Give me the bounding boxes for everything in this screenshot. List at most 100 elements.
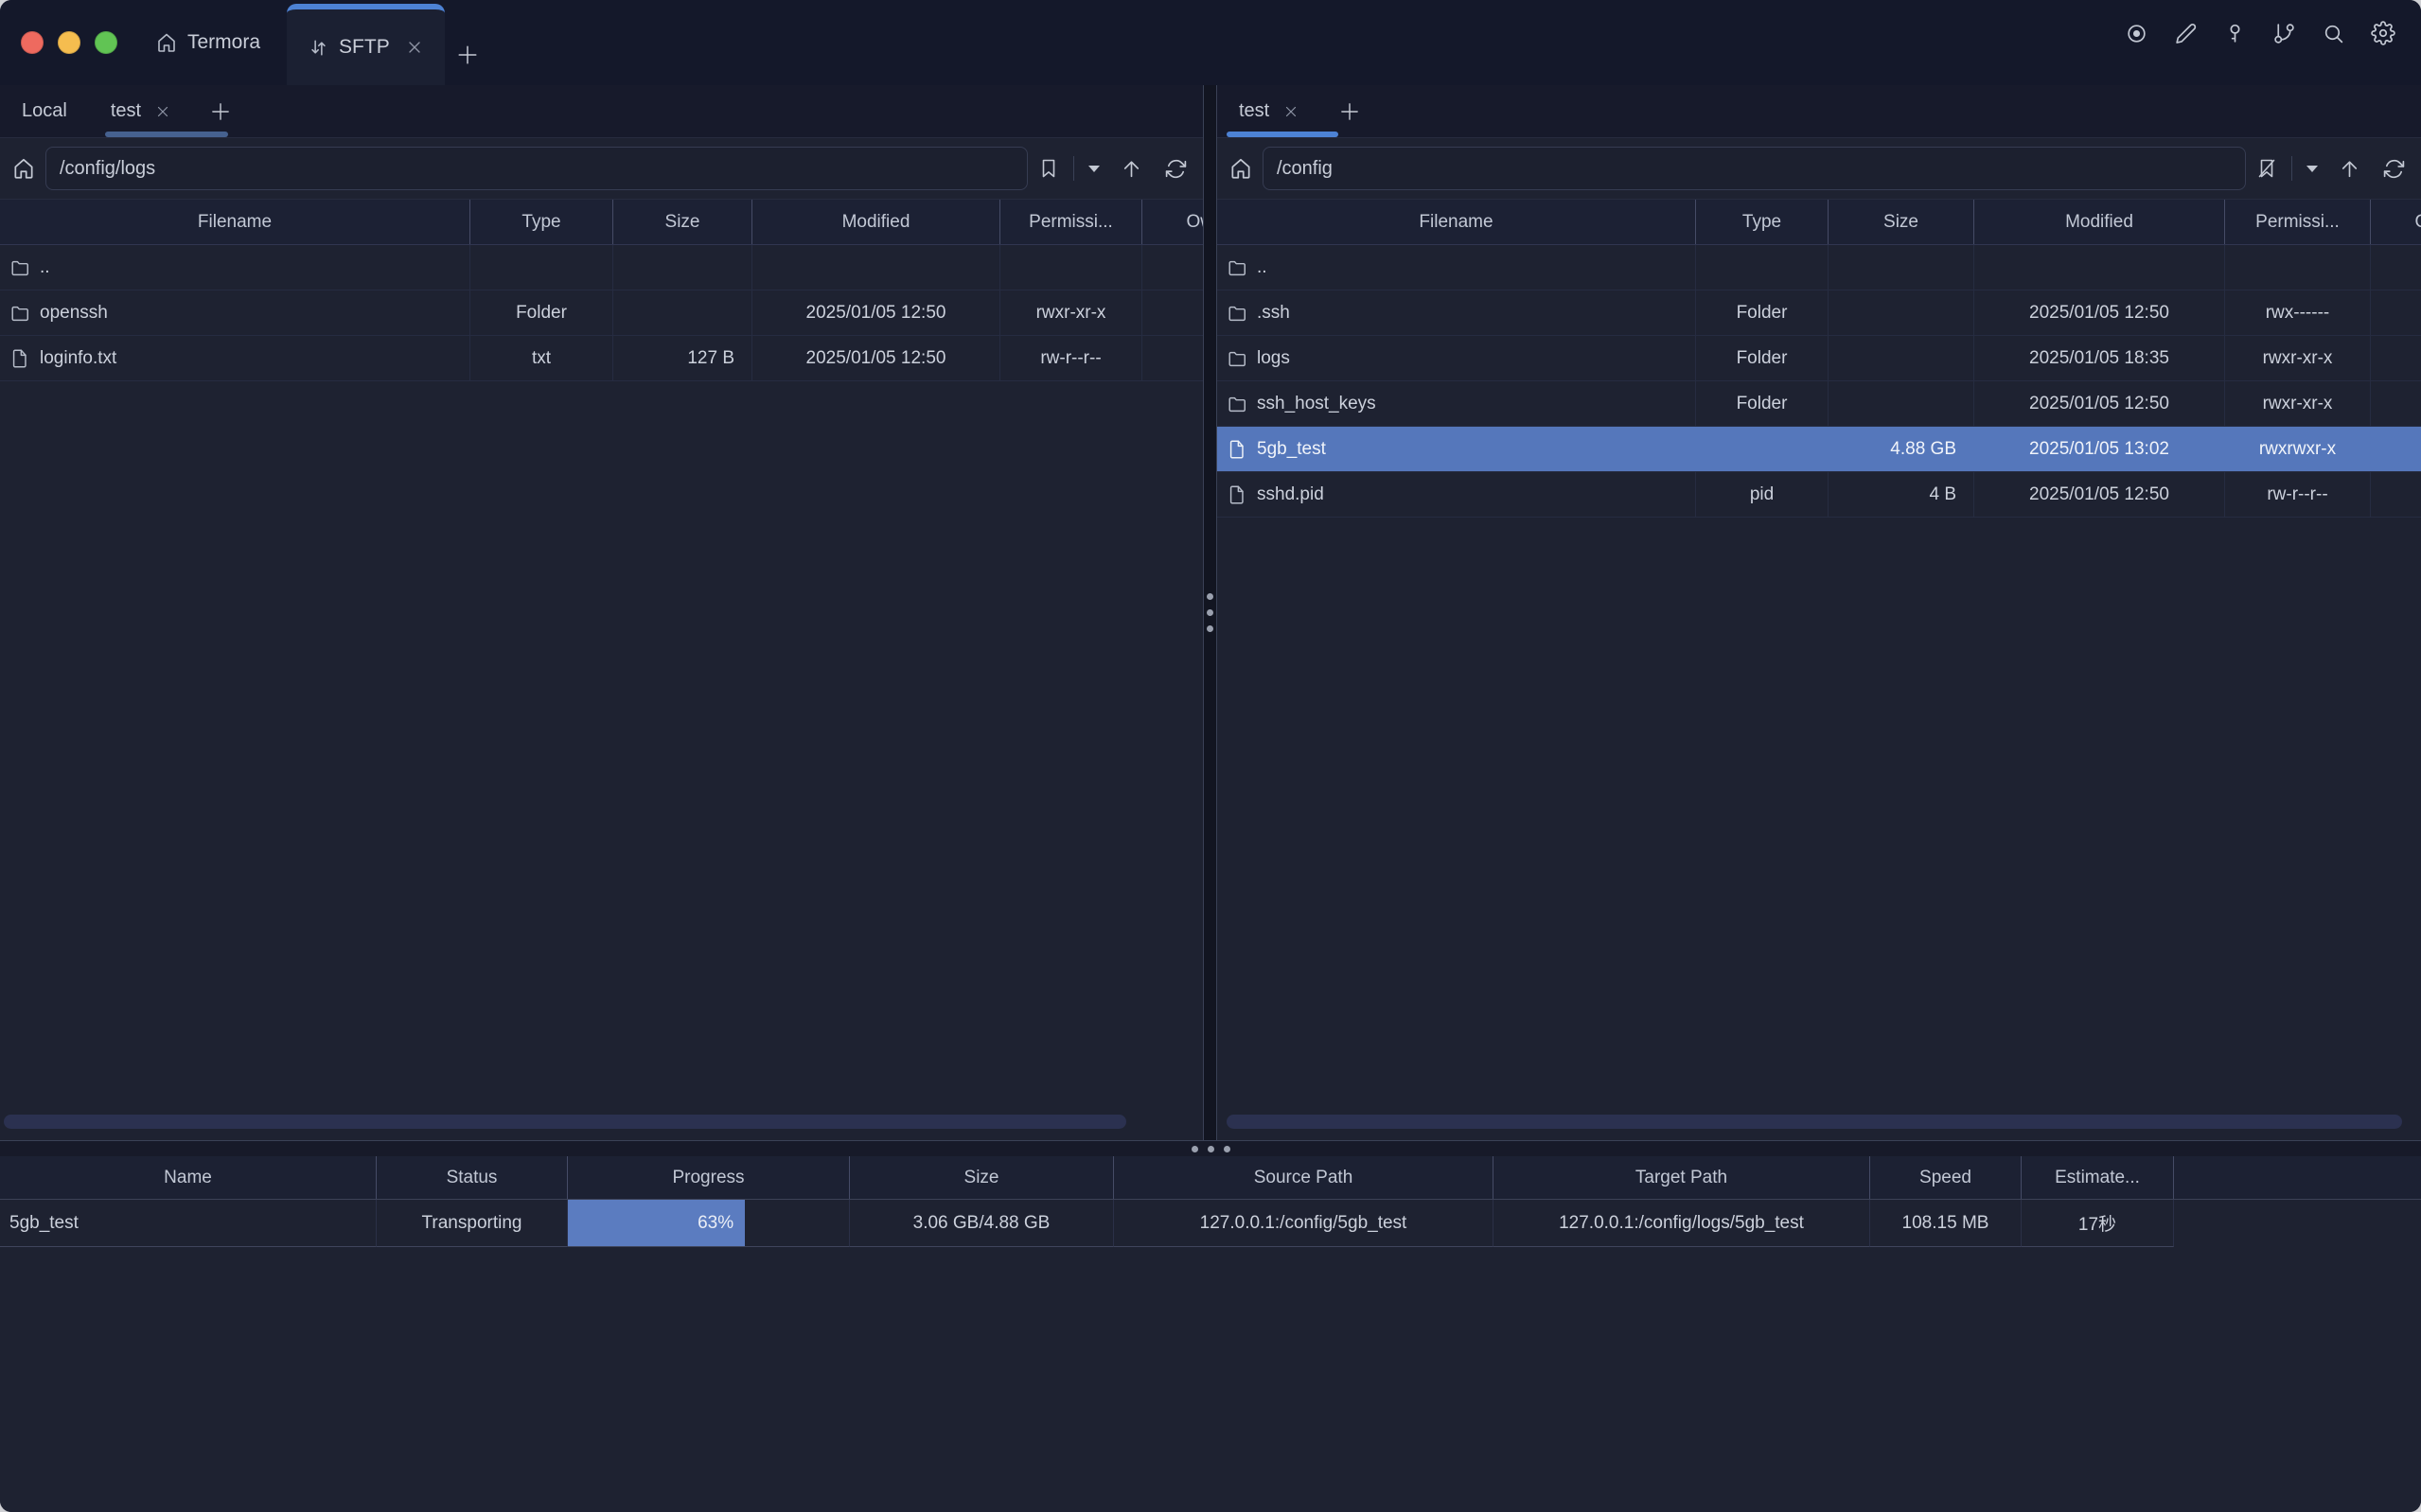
column-header-modified[interactable]: Modified: [1974, 200, 2225, 244]
column-header-filename[interactable]: Filename: [0, 200, 470, 244]
close-window-button[interactable]: [21, 31, 44, 54]
transfer-target-path: 127.0.0.1:/config/logs/5gb_test: [1493, 1200, 1870, 1247]
column-header-owner[interactable]: Owner: [1142, 200, 1203, 244]
column-header-type[interactable]: Type: [1696, 200, 1829, 244]
zoom-window-button[interactable]: [95, 31, 117, 54]
table-row-parent-dir[interactable]: ..: [0, 245, 1203, 290]
file-modified: 2025/01/05 18:35: [1974, 336, 2225, 380]
column-header-permissions[interactable]: Permissi...: [1000, 200, 1142, 244]
column-header-modified[interactable]: Modified: [752, 200, 1000, 244]
column-header-size[interactable]: Size: [850, 1156, 1114, 1199]
row-filler: [2174, 1200, 2421, 1247]
chevron-down-icon[interactable]: [2306, 165, 2319, 173]
left-file-pane: Local test: [0, 85, 1203, 1140]
column-header-speed[interactable]: Speed: [1870, 1156, 2022, 1199]
minimize-window-button[interactable]: [58, 31, 80, 54]
column-header-name[interactable]: Name: [0, 1156, 377, 1199]
filename: loginfo.txt: [40, 348, 116, 369]
bookmark-icon[interactable]: [1037, 157, 1060, 180]
file-owner: [1142, 336, 1203, 380]
close-tab-icon[interactable]: [405, 38, 424, 57]
record-icon[interactable]: [2125, 22, 2148, 45]
tab-test-right[interactable]: test: [1239, 100, 1299, 122]
table-row-selected[interactable]: 5gb_test 4.88 GB 2025/01/05 13:02 rwxrwx…: [1217, 427, 2421, 472]
chevron-down-icon[interactable]: [1087, 165, 1101, 173]
new-tab-button[interactable]: [454, 42, 481, 68]
tab-test-left[interactable]: test: [111, 100, 171, 122]
column-header-estimate[interactable]: Estimate...: [2022, 1156, 2174, 1199]
file-modified: 2025/01/05 12:50: [752, 336, 1000, 380]
file-owner: [2371, 336, 2421, 380]
file-size: [1829, 336, 1974, 380]
file-type: Folder: [470, 290, 613, 335]
file-owner: [1142, 290, 1203, 335]
filename: logs: [1257, 348, 1290, 369]
column-header-size[interactable]: Size: [613, 200, 752, 244]
table-row[interactable]: .ssh Folder 2025/01/05 12:50 rwx------: [1217, 290, 2421, 336]
tab-local[interactable]: Local: [22, 100, 67, 122]
transfer-arrows-icon: [308, 37, 329, 59]
tab-sftp[interactable]: SFTP: [287, 4, 445, 85]
splitter-handle-dots: [1192, 1146, 1230, 1152]
search-icon[interactable]: [2322, 22, 2345, 45]
refresh-icon[interactable]: [2382, 157, 2406, 181]
horizontal-scrollbar[interactable]: [1227, 1115, 2402, 1129]
tab-test-label: test: [1239, 100, 1269, 122]
column-header-source-path[interactable]: Source Path: [1114, 1156, 1493, 1199]
table-row-parent-dir[interactable]: ..: [1217, 245, 2421, 290]
file-permissions: rwxrwxr-x: [2225, 427, 2371, 471]
transfer-status: Transporting: [377, 1200, 568, 1247]
table-row[interactable]: openssh Folder 2025/01/05 12:50 rwxr-xr-…: [0, 290, 1203, 336]
transfer-panel-splitter[interactable]: [0, 1140, 2421, 1156]
bookmark-slash-icon[interactable]: [2255, 157, 2278, 180]
table-row[interactable]: loginfo.txt txt 127 B 2025/01/05 12:50 r…: [0, 336, 1203, 381]
transfer-row[interactable]: 5gb_test Transporting 63% 3.06 GB/4.88 G…: [0, 1200, 2421, 1247]
right-pathbar: [1217, 138, 2421, 199]
close-tab-icon[interactable]: [154, 103, 171, 120]
transfer-panel-empty-area: [0, 1247, 2421, 1512]
tab-termora[interactable]: Termora: [134, 0, 281, 85]
column-header-progress[interactable]: Progress: [568, 1156, 850, 1199]
column-header-size[interactable]: Size: [1829, 200, 1974, 244]
refresh-icon[interactable]: [1164, 157, 1188, 181]
git-branch-icon[interactable]: [2272, 22, 2296, 45]
column-header-status[interactable]: Status: [377, 1156, 568, 1199]
left-file-table: Filename Type Size Modified Permissi... …: [0, 199, 1203, 1140]
folder-icon: [1227, 348, 1247, 369]
add-pane-tab-button[interactable]: [1337, 99, 1362, 124]
column-header-type[interactable]: Type: [470, 200, 613, 244]
left-table-header: Filename Type Size Modified Permissi... …: [0, 200, 1203, 245]
add-pane-tab-button[interactable]: [208, 99, 233, 124]
column-header-target-path[interactable]: Target Path: [1493, 1156, 1870, 1199]
up-directory-icon[interactable]: [1120, 157, 1143, 181]
column-header-filename[interactable]: Filename: [1217, 200, 1696, 244]
settings-gear-icon[interactable]: [2371, 21, 2395, 45]
horizontal-scrollbar[interactable]: [4, 1115, 1126, 1129]
active-tab-indicator: [105, 132, 228, 137]
table-row[interactable]: logs Folder 2025/01/05 18:35 rwxr-xr-x: [1217, 336, 2421, 381]
column-header-owner[interactable]: Owner: [2371, 200, 2421, 244]
up-directory-icon[interactable]: [2338, 157, 2361, 181]
right-table-header: Filename Type Size Modified Permissi... …: [1217, 200, 2421, 245]
column-header-permissions[interactable]: Permissi...: [2225, 200, 2371, 244]
file-owner: [2371, 245, 2421, 290]
close-tab-icon[interactable]: [1282, 103, 1299, 120]
path-input[interactable]: [1263, 147, 2246, 190]
active-tab-indicator: [1227, 132, 1338, 137]
file-modified: 2025/01/05 13:02: [1974, 427, 2225, 471]
table-row[interactable]: sshd.pid pid 4 B 2025/01/05 12:50 rw-r--…: [1217, 472, 2421, 518]
path-input[interactable]: [45, 147, 1028, 190]
home-icon[interactable]: [1228, 156, 1253, 181]
table-row[interactable]: ssh_host_keys Folder 2025/01/05 12:50 rw…: [1217, 381, 2421, 427]
home-icon: [155, 31, 178, 54]
home-icon[interactable]: [11, 156, 36, 181]
pane-splitter[interactable]: [1203, 85, 1217, 1140]
edit-icon[interactable]: [2174, 22, 2198, 45]
file-modified: [1974, 245, 2225, 290]
file-type: Folder: [1696, 290, 1829, 335]
filename: ..: [1257, 257, 1267, 278]
file-size: [613, 245, 752, 290]
file-modified: 2025/01/05 12:50: [1974, 472, 2225, 517]
key-icon[interactable]: [2223, 22, 2247, 45]
filename: ssh_host_keys: [1257, 394, 1376, 414]
